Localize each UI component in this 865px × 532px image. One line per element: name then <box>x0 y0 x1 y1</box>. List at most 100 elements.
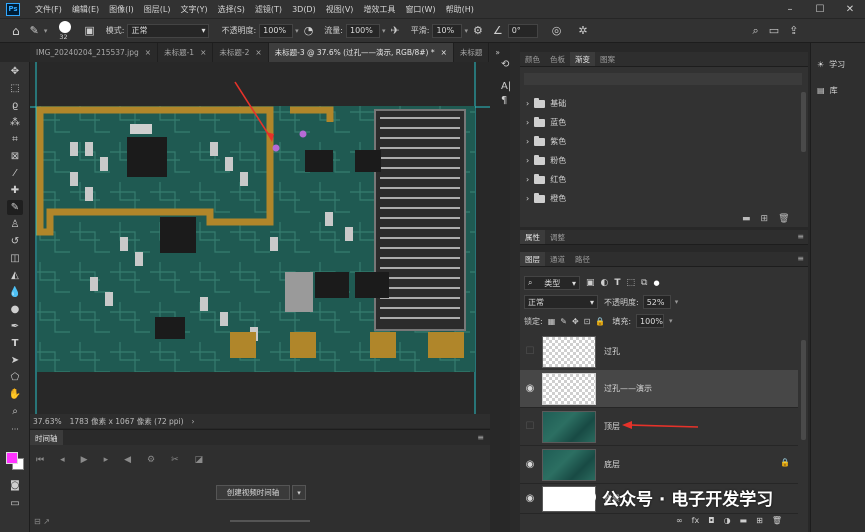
lasso-tool-icon[interactable]: ϱ <box>7 98 23 113</box>
paragraph-icon[interactable]: ¶ <box>501 94 511 108</box>
menu-3d[interactable]: 3D(D) <box>287 5 321 14</box>
opacity-input[interactable]: 100% <box>259 23 294 38</box>
mask-icon[interactable]: ◘ <box>708 516 714 525</box>
chevron-down-icon[interactable]: ▾ <box>295 27 299 35</box>
pen-tool-icon[interactable]: ✒ <box>7 319 23 334</box>
split-icon[interactable]: ✂ <box>171 455 179 465</box>
settings-icon[interactable]: ⚙ <box>147 455 155 465</box>
prev-frame-icon[interactable]: ◂ <box>60 455 65 465</box>
tab-properties[interactable]: 属性 <box>520 230 545 244</box>
fill-input[interactable]: 100% <box>636 314 665 328</box>
menu-select[interactable]: 选择(S) <box>213 4 250 15</box>
first-frame-icon[interactable]: ⏮ <box>36 455 44 465</box>
filter-adjustment-icon[interactable]: ◐ <box>601 278 609 288</box>
libraries-panel-button[interactable]: ▤ 库 <box>817 85 838 96</box>
frame-tool-icon[interactable]: ⊠ <box>7 149 23 164</box>
lock-all-icon[interactable]: 🔒 <box>595 317 605 326</box>
tab-paths[interactable]: 路径 <box>570 252 595 266</box>
close-icon[interactable]: ✕ <box>835 0 865 18</box>
eye-icon[interactable]: ◉ <box>520 459 540 470</box>
audio-icon[interactable]: ◀ <box>124 455 131 465</box>
visibility-toggle[interactable]: ☐ <box>520 346 540 357</box>
layer-row-top[interactable]: ☐ 顶层 <box>520 408 798 446</box>
filter-toggle-icon[interactable]: ● <box>653 279 659 287</box>
panel-menu-icon[interactable]: ≡ <box>477 433 484 442</box>
screen-mode-icon[interactable]: ▭ <box>7 496 23 511</box>
ellipsis-icon[interactable]: ··· <box>7 422 23 437</box>
lock-pixels-icon[interactable]: ✎ <box>560 317 567 326</box>
doc-tab-untitled-1[interactable]: 未标题-1 × <box>158 43 214 62</box>
menu-layer[interactable]: 图层(L) <box>139 4 176 15</box>
symmetry-icon[interactable]: ✲ <box>578 24 587 37</box>
gradient-search-bar[interactable] <box>524 73 802 85</box>
visibility-toggle[interactable]: ☐ <box>520 421 540 432</box>
trash-icon[interactable]: 🗑 <box>772 516 782 525</box>
tab-timeline[interactable]: 时间轴 <box>30 430 63 446</box>
gradient-group-purple[interactable]: › 紫色 <box>526 133 566 150</box>
layer-row-via[interactable]: ☐ 过孔 <box>520 333 798 371</box>
brush-tool-icon[interactable]: ✎ <box>30 24 39 37</box>
chevron-down-icon[interactable]: ▾ <box>464 27 468 35</box>
hand-tool-icon[interactable]: ✋ <box>7 387 23 402</box>
layers-scrollbar[interactable] <box>801 340 806 440</box>
pcb-canvas-image[interactable] <box>30 62 490 414</box>
doc-tab-untitled-3[interactable]: 未标题-3 @ 37.6% (过孔——演示, RGB/8#) * × <box>268 43 454 62</box>
doc-tab-untitled-2[interactable]: 未标题-2 × <box>213 43 269 62</box>
share-icon[interactable]: ⇪ <box>789 24 798 37</box>
canvas-area[interactable] <box>30 62 490 414</box>
layer-row-bottom[interactable]: ◉ 底层 🔒 <box>520 446 798 484</box>
menu-help[interactable]: 帮助(H) <box>441 4 479 15</box>
folder-icon[interactable]: ▬ <box>742 214 751 224</box>
dodge-tool-icon[interactable]: ● <box>7 302 23 317</box>
eraser-tool-icon[interactable]: ◫ <box>7 251 23 266</box>
close-icon[interactable]: × <box>441 48 447 57</box>
marquee-tool-icon[interactable]: ⬚ <box>7 81 23 96</box>
home-icon[interactable]: ⌂ <box>12 24 20 38</box>
next-frame-icon[interactable]: ▸ <box>104 455 109 465</box>
tab-color[interactable]: 颜色 <box>520 52 545 66</box>
magic-wand-icon[interactable]: ⁂ <box>7 115 23 130</box>
gradient-group-basic[interactable]: › 基础 <box>526 95 566 112</box>
chevron-down-icon[interactable]: ▾ <box>382 27 386 35</box>
healing-brush-icon[interactable]: ✚ <box>7 183 23 198</box>
group-icon[interactable]: ▬ <box>740 516 748 525</box>
tab-adjustments[interactable]: 调整 <box>545 230 570 244</box>
gradient-group-red[interactable]: › 红色 <box>526 171 566 188</box>
blend-mode-select[interactable]: 正常 ▾ <box>524 295 598 309</box>
gradient-group-orange[interactable]: › 橙色 <box>526 190 566 207</box>
close-icon[interactable]: × <box>145 48 151 57</box>
link-icon[interactable]: ∞ <box>676 516 683 525</box>
lock-position-icon[interactable]: ✥ <box>572 317 579 326</box>
transition-icon[interactable]: ◪ <box>195 455 204 465</box>
move-tool-icon[interactable]: ✥ <box>7 64 23 79</box>
pressure-size-icon[interactable]: ◎ <box>552 24 562 37</box>
close-icon[interactable]: × <box>200 48 206 57</box>
eye-icon[interactable]: ◉ <box>520 383 540 394</box>
brush-settings-icon[interactable]: ▣ <box>84 24 94 37</box>
type-tool-icon[interactable]: T <box>7 336 23 351</box>
menu-window[interactable]: 窗口(W) <box>400 4 440 15</box>
mode-select[interactable]: 正常 ▾ <box>127 23 210 38</box>
tab-gradients[interactable]: 渐变 <box>570 52 595 66</box>
doc-tab-img[interactable]: IMG_20240204_215537.jpg × <box>30 43 159 62</box>
fx-icon[interactable]: fx <box>692 516 700 525</box>
layer-opacity-input[interactable]: 52% <box>642 295 671 309</box>
chevron-down-icon[interactable]: ▾ <box>675 298 679 306</box>
chevron-down-icon[interactable]: ▾ <box>292 485 306 500</box>
eyedropper-icon[interactable]: ⁄ <box>7 166 23 181</box>
filter-type-icon[interactable]: T <box>614 278 620 288</box>
menu-type[interactable]: 文字(Y) <box>175 4 212 15</box>
character-icon[interactable]: A| <box>501 80 511 94</box>
brush-preset-picker[interactable]: 32 <box>53 20 79 42</box>
stamp-tool-icon[interactable]: ♙ <box>7 217 23 232</box>
doc-tab-untitled[interactable]: 未标题 <box>454 43 490 62</box>
menu-edit[interactable]: 编辑(E) <box>67 4 104 15</box>
play-icon[interactable]: ▶ <box>81 455 88 465</box>
workspace-icon[interactable]: ▭ <box>769 24 779 37</box>
menu-plugins[interactable]: 增效工具 <box>358 4 400 15</box>
quick-mask-icon[interactable]: ◙ <box>7 478 23 493</box>
pressure-opacity-icon[interactable]: ◔ <box>304 24 314 37</box>
flow-input[interactable]: 100% <box>346 23 380 38</box>
path-select-icon[interactable]: ➤ <box>7 353 23 368</box>
smoothing-input[interactable]: 10% <box>432 23 463 38</box>
